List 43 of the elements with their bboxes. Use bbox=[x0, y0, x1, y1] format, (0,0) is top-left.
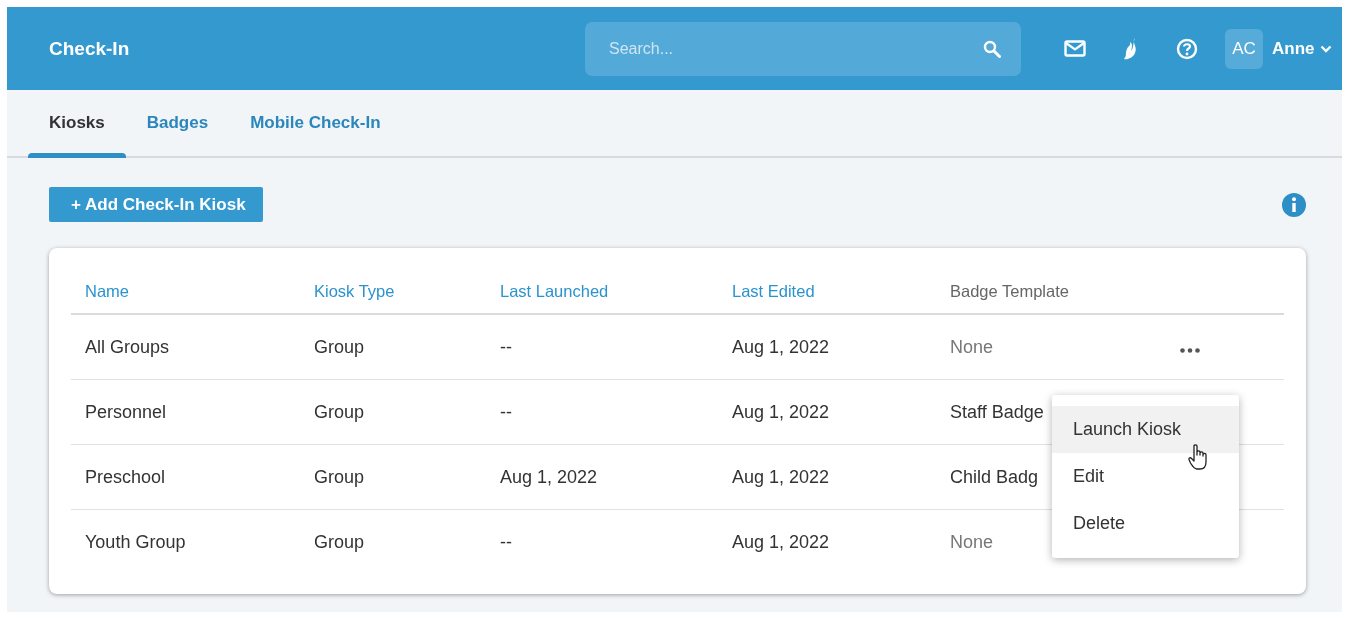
table-cell: Aug 1, 2022 bbox=[732, 531, 830, 552]
chevron-down-icon[interactable] bbox=[1319, 44, 1332, 53]
table-cell: Child Badg bbox=[950, 466, 1039, 487]
help-icon[interactable] bbox=[1176, 37, 1198, 60]
table-cell: Group bbox=[314, 466, 365, 487]
tab[interactable]: Kiosks bbox=[28, 90, 126, 156]
menu-item[interactable]: Launch Kiosk bbox=[1052, 406, 1239, 453]
table-cell: Aug 1, 2022 bbox=[732, 401, 830, 422]
table-cell: Group bbox=[314, 401, 365, 422]
column-header[interactable]: Last Launched bbox=[500, 281, 609, 300]
table-cell: -- bbox=[500, 401, 512, 422]
column-header[interactable]: Kiosk Type bbox=[314, 281, 395, 300]
table-cell: None bbox=[950, 336, 994, 357]
column-header[interactable]: Last Edited bbox=[732, 281, 815, 300]
add-kiosk-button[interactable]: + Add Check-In Kiosk bbox=[49, 187, 263, 222]
table-cell: Aug 1, 2022 bbox=[732, 336, 830, 357]
column-header[interactable]: Name bbox=[85, 281, 129, 300]
user-menu[interactable]: Anne bbox=[1272, 38, 1332, 59]
table-cell: None bbox=[950, 531, 994, 552]
table-cell: Group bbox=[314, 531, 365, 552]
info-icon[interactable] bbox=[1282, 192, 1306, 217]
tab[interactable]: Mobile Check-In bbox=[229, 90, 402, 156]
table-cell: Aug 1, 2022 bbox=[732, 466, 830, 487]
table-cell: Youth Group bbox=[85, 531, 186, 552]
table-cell: -- bbox=[500, 531, 512, 552]
hand-cursor-icon bbox=[1188, 444, 1210, 471]
table-cell: Preschool bbox=[85, 466, 166, 487]
table-cell: Group bbox=[314, 336, 365, 357]
mail-icon[interactable] bbox=[1064, 40, 1086, 57]
tab[interactable]: Badges bbox=[125, 90, 230, 156]
menu-item[interactable]: Edit bbox=[1052, 453, 1239, 500]
search-field[interactable]: Search... bbox=[585, 21, 1021, 76]
table-cell: Staff Badge bbox=[950, 401, 1044, 422]
table-cell: All Groups bbox=[85, 336, 170, 357]
table-cell: -- bbox=[500, 336, 512, 357]
search-icon[interactable] bbox=[983, 39, 1001, 58]
table-cell: Personnel bbox=[85, 401, 167, 422]
app-title: Check-In bbox=[49, 37, 131, 60]
menu-item[interactable]: Delete bbox=[1052, 500, 1239, 547]
user-avatar[interactable]: AC bbox=[1225, 28, 1263, 69]
table-cell: Aug 1, 2022 bbox=[500, 466, 598, 487]
column-header: Badge Template bbox=[950, 281, 1069, 300]
more-icon[interactable] bbox=[1180, 347, 1200, 353]
